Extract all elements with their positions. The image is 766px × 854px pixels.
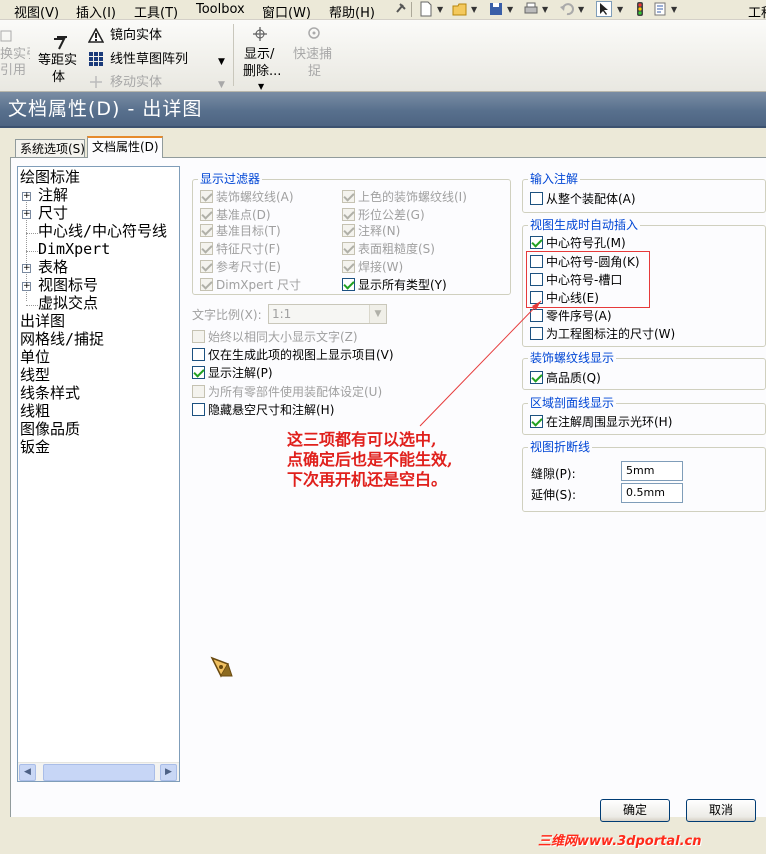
annotation-line-1: 这三项都有可以选中, bbox=[287, 430, 437, 449]
annotation-line-3: 下次再开机还是空白。 bbox=[287, 470, 448, 489]
annotation-line-2: 点确定后也是不能生效, bbox=[287, 450, 453, 469]
annotation-arrow bbox=[419, 300, 542, 427]
site-watermark: 三维网www.3dportal.cn bbox=[538, 834, 702, 849]
pen-nib-icon bbox=[208, 654, 234, 680]
cancel-button[interactable]: 取消 bbox=[686, 799, 756, 822]
ok-button[interactable]: 确定 bbox=[600, 799, 670, 822]
